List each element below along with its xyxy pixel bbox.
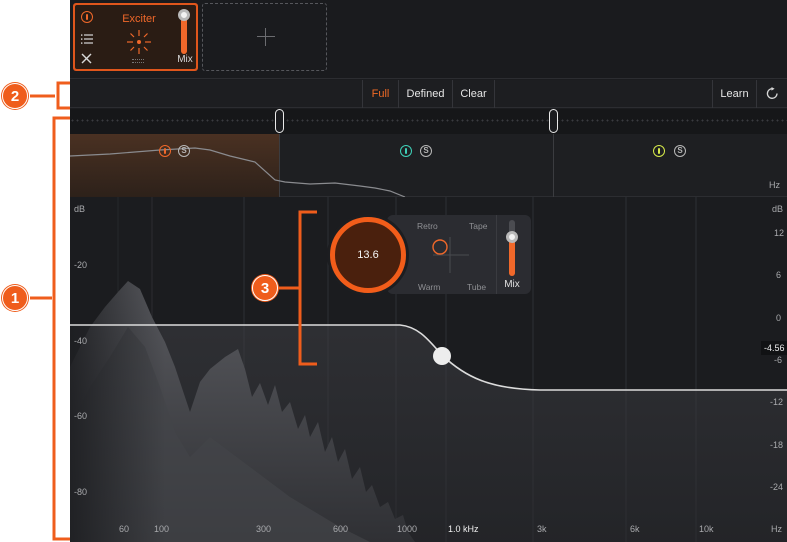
left-scale-unit: dB: [74, 204, 86, 214]
freq-tick: 3k: [537, 524, 547, 534]
freq-tick: 1.0 kHz: [448, 524, 479, 534]
exciter-panel: Retro Tape Warm Tube Mix 13.6: [327, 214, 531, 296]
mode-defined-button[interactable]: Defined: [398, 80, 452, 108]
reset-button[interactable]: [756, 80, 787, 108]
right-tick: 0: [776, 313, 782, 323]
freq-tick: 10k: [699, 524, 714, 534]
drag-handle-icon[interactable]: [132, 59, 144, 63]
left-tick: -40: [74, 336, 88, 346]
freq-tick: Hz: [771, 524, 782, 534]
mode-tape-label[interactable]: Tape: [469, 221, 487, 231]
gain-node: [433, 347, 451, 365]
app-frame: Exciter Mix Full Defined Clear Learn S S…: [70, 0, 787, 542]
right-tick: -18: [770, 440, 784, 450]
module-mix-label: Mix: [177, 54, 193, 65]
right-scale-unit: dB: [772, 204, 784, 214]
module-chain: Exciter Mix: [70, 0, 787, 79]
exciter-module-body: Exciter Mix: [75, 5, 196, 69]
right-tick: -12: [770, 397, 784, 407]
reset-icon: [766, 87, 778, 99]
left-tick: -20: [74, 260, 88, 270]
list-icon[interactable]: [81, 34, 93, 44]
band-3-solo-icon[interactable]: S: [674, 145, 686, 157]
panel-divider: [496, 215, 497, 294]
plus-icon: [257, 28, 275, 46]
panel-mix-thumb: [506, 231, 518, 243]
band-3-power-icon[interactable]: [653, 145, 665, 157]
callout-3: 3: [252, 275, 278, 301]
mode-clear-button[interactable]: Clear: [452, 80, 495, 108]
band-2-power-icon[interactable]: [400, 145, 412, 157]
module-name: Exciter: [122, 13, 156, 25]
band-strip: S S S Hz: [70, 134, 787, 197]
exciter-module[interactable]: Exciter Mix: [73, 3, 198, 71]
power-icon[interactable]: [81, 11, 93, 23]
close-icon[interactable]: [81, 53, 92, 64]
band-1-solo-icon[interactable]: S: [178, 145, 190, 157]
left-tick: -80: [74, 487, 88, 497]
band-strip-curve: [70, 147, 406, 197]
mode-warm-label[interactable]: Warm: [418, 282, 440, 292]
exciter-icon: [127, 30, 151, 54]
mode-tube-label[interactable]: Tube: [467, 282, 486, 292]
band-mode-bar: Full Defined Clear Learn: [70, 80, 787, 108]
amount-value: 13.6: [357, 249, 379, 261]
right-tick: 6: [776, 270, 782, 280]
crossover-handle-2[interactable]: [549, 109, 558, 133]
right-tick: -6: [774, 355, 783, 365]
mode-xy-pad[interactable]: [425, 235, 475, 275]
learn-button[interactable]: Learn: [712, 80, 756, 108]
right-tick: 12: [774, 228, 785, 238]
mix-slider-thumb: [178, 9, 190, 21]
freq-tick: 300: [256, 524, 272, 534]
freq-tick: 600: [333, 524, 349, 534]
band-strip-unit: Hz: [769, 180, 780, 190]
mode-retro-label[interactable]: Retro: [417, 221, 438, 231]
amount-knob[interactable]: 13.6: [327, 214, 409, 296]
add-module-slot[interactable]: [202, 3, 327, 71]
panel-mix-slider[interactable]: [505, 220, 519, 276]
gain-readout: -4.56: [761, 341, 787, 355]
crossover-handle-1[interactable]: [275, 109, 284, 133]
mode-full-button[interactable]: Full: [362, 80, 398, 108]
band-1-power-icon[interactable]: [159, 145, 171, 157]
right-tick: -24: [770, 482, 784, 492]
panel-mix-label: Mix: [504, 279, 520, 290]
module-mix-slider[interactable]: [178, 9, 190, 54]
freq-tick: 100: [154, 524, 170, 534]
freq-tick: 60: [119, 524, 130, 534]
left-tick: -60: [74, 411, 88, 421]
callout-2: 2: [2, 83, 28, 109]
freq-tick: 1000: [397, 524, 418, 534]
callout-1: 1: [2, 285, 28, 311]
freq-tick: 6k: [630, 524, 640, 534]
band-2-solo-icon[interactable]: S: [420, 145, 432, 157]
crossover-track: [70, 109, 787, 134]
